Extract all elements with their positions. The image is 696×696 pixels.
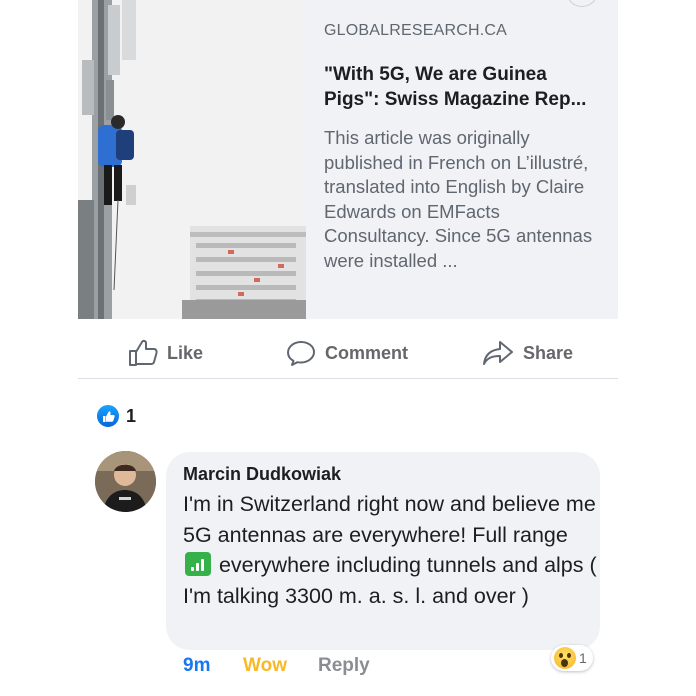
- thumbs-up-icon: [129, 339, 158, 366]
- comment-author[interactable]: Marcin Dudkowiak: [183, 464, 341, 485]
- share-arrow-icon: [483, 341, 513, 365]
- share-button[interactable]: Share: [482, 338, 573, 368]
- share-label: Share: [523, 342, 574, 363]
- comment-text-part-1: I'm in Switzerland right now and believe…: [183, 492, 596, 547]
- signal-bars-icon: [185, 552, 211, 577]
- link-preview-card[interactable]: GLOBALRESEARCH.CA "With 5G, We are Guine…: [78, 0, 618, 319]
- reactions-summary[interactable]: 1: [96, 404, 136, 428]
- comment-reaction-summary[interactable]: 1: [551, 645, 593, 671]
- comment-reaction-count: 1: [579, 650, 587, 666]
- comment-timestamp[interactable]: 9m: [183, 655, 210, 677]
- article-image: [78, 0, 306, 319]
- reaction-count: 1: [126, 405, 137, 426]
- link-domain: GLOBALRESEARCH.CA: [324, 22, 508, 39]
- link-description: This article was originally published in…: [324, 127, 593, 271]
- comment-bubble-icon: [287, 341, 315, 366]
- link-title[interactable]: "With 5G, We are Guinea Pigs": Swiss Mag…: [324, 62, 604, 112]
- commenter-avatar[interactable]: [95, 451, 156, 512]
- comment-label: Comment: [325, 342, 409, 363]
- wow-reaction-icon: [554, 647, 576, 669]
- like-reaction-icon: [96, 404, 120, 428]
- comment-button[interactable]: Comment: [286, 338, 408, 368]
- comment-text-part-2: everywhere including tunnels and alps ( …: [183, 553, 597, 608]
- comment-bubble: Marcin Dudkowiak I'm in Switzerland righ…: [166, 452, 600, 650]
- like-button[interactable]: Like: [128, 338, 203, 368]
- comment-wow-button[interactable]: Wow: [243, 655, 287, 677]
- comment-text: I'm in Switzerland right now and believe…: [183, 489, 598, 611]
- close-preview-button[interactable]: [566, 0, 598, 7]
- like-label: Like: [167, 342, 204, 363]
- post-action-bar: Like Comment Share: [78, 328, 618, 379]
- comment-reply-button[interactable]: Reply: [318, 655, 370, 677]
